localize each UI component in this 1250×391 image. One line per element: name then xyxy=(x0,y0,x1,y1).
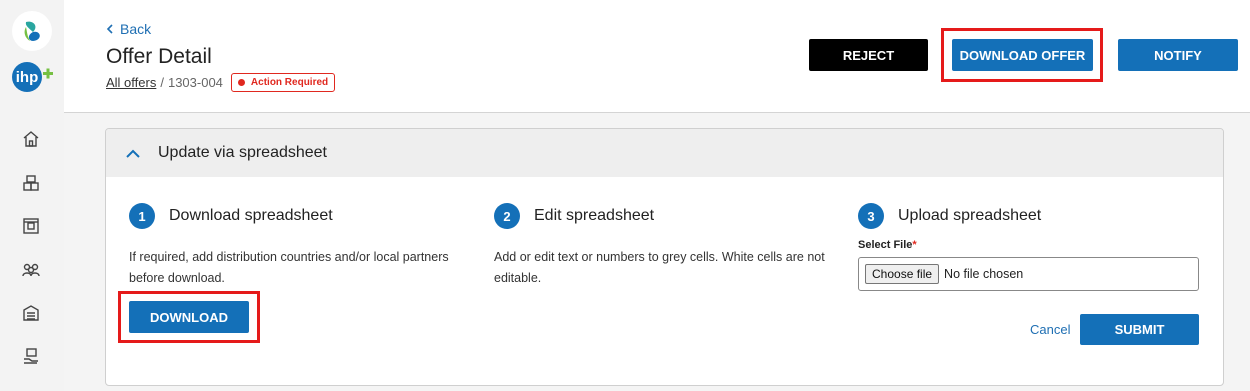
step-title: Download spreadsheet xyxy=(169,207,333,224)
back-link[interactable]: Back xyxy=(106,21,151,37)
step-title: Upload spreadsheet xyxy=(898,207,1042,224)
cancel-link[interactable]: Cancel xyxy=(1030,322,1070,337)
logo-text: ihp xyxy=(16,69,39,86)
panel-title: Update via spreadsheet xyxy=(158,144,327,161)
back-label: Back xyxy=(120,21,152,37)
file-status: No file chosen xyxy=(944,267,1024,281)
status-badge: Action Required xyxy=(230,73,336,92)
chevron-left-icon xyxy=(106,24,113,34)
warehouse-icon[interactable] xyxy=(20,302,42,324)
breadcrumb-all-offers[interactable]: All offers xyxy=(106,75,156,90)
choose-file-button[interactable]: Choose file xyxy=(865,264,940,284)
package-icon[interactable] xyxy=(20,215,42,237)
step-number: 2 xyxy=(494,203,520,229)
breadcrumb-separator: / xyxy=(160,75,164,90)
download-offer-button[interactable]: DOWNLOAD OFFER xyxy=(952,39,1093,71)
hand-box-icon[interactable] xyxy=(20,345,42,367)
select-file-label: Select File* xyxy=(858,239,917,251)
step-number: 3 xyxy=(858,203,884,229)
notify-button[interactable]: NOTIFY xyxy=(1118,39,1238,71)
leaf-logo-icon xyxy=(24,21,40,41)
breadcrumb-current: 1303-004 xyxy=(167,75,223,90)
chevron-up-icon xyxy=(126,149,140,158)
status-dot-icon xyxy=(237,79,245,86)
sidebar: ihp xyxy=(0,0,64,391)
boxes-icon[interactable] xyxy=(20,172,42,194)
step-download: 1 Download spreadsheet If required, add … xyxy=(129,203,469,289)
step-title: Edit spreadsheet xyxy=(534,207,655,224)
step-edit: 2 Edit spreadsheet Add or edit text or n… xyxy=(494,203,834,289)
ihp-logo: ihp xyxy=(10,60,54,94)
file-input[interactable]: Choose file No file chosen xyxy=(858,257,1199,291)
download-button[interactable]: DOWNLOAD xyxy=(129,301,249,333)
step-number: 1 xyxy=(129,203,155,229)
status-badge-label: Action Required xyxy=(250,77,329,88)
panel-header[interactable]: Update via spreadsheet xyxy=(106,129,1223,177)
step-description: Add or edit text or numbers to grey cell… xyxy=(494,250,825,285)
brand-logo[interactable] xyxy=(12,11,52,51)
step-upload: 3 Upload spreadsheet Select File* Choose… xyxy=(858,203,1199,291)
reject-button[interactable]: REJECT xyxy=(809,39,928,71)
main-area: Back Offer Detail All offers / 1303-004 … xyxy=(64,0,1250,391)
submit-button[interactable]: SUBMIT xyxy=(1080,314,1199,345)
step-description: If required, add distribution countries … xyxy=(129,250,449,285)
home-icon[interactable] xyxy=(20,128,42,150)
breadcrumb: All offers / 1303-004 Action Required xyxy=(106,73,336,92)
page-title: Offer Detail xyxy=(106,45,212,68)
spreadsheet-panel: Update via spreadsheet 1 Download spread… xyxy=(105,128,1224,386)
people-icon[interactable] xyxy=(20,259,42,281)
required-mark: * xyxy=(912,239,917,251)
